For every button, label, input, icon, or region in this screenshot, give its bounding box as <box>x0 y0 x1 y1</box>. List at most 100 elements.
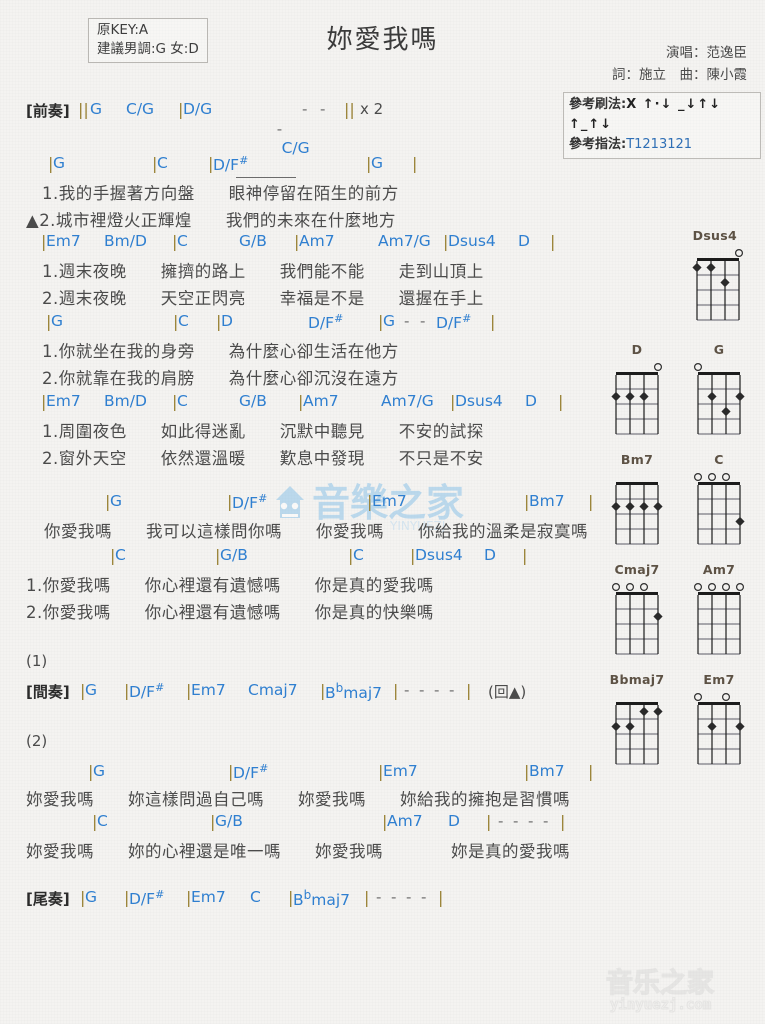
chord-G: G <box>90 100 103 118</box>
chord-diagram: G <box>678 342 760 440</box>
chord-diagram: Cmaj7 <box>596 562 678 660</box>
dash: - <box>420 312 426 330</box>
chord-diagram: Bbmaj7 <box>596 672 678 770</box>
dash: - <box>391 888 397 906</box>
chord-G: G <box>383 312 396 330</box>
chord-D-over-Fsharp: D/F# <box>233 762 269 783</box>
chord-D-over-Fsharp: D/F# <box>308 312 344 333</box>
singer-line: 演唱：范逸臣 <box>666 45 747 61</box>
chord-Em7: Em7 <box>191 681 226 699</box>
chord-diagram-name: Dsus4 <box>692 228 737 243</box>
chord-G: G <box>371 154 384 172</box>
lyric-line: 2.你愛我嗎 你心裡還有遺憾嗎 你是真的快樂嗎 <box>26 603 434 622</box>
dash: - <box>434 681 440 699</box>
chord-Em7: Em7 <box>46 232 81 250</box>
chord-diagram-panel: Dsus4 D G Bm7 C Cmaj7 Am7 Bbmaj7 Em7 <box>596 228 761 782</box>
chord-G-over-B: G/B <box>239 392 267 410</box>
chord-G-over-B: G/B <box>239 232 267 250</box>
section-intro: [前奏] || G C/G | D/G - C/G - - || x 2 <box>0 100 765 178</box>
dash: - <box>404 681 410 699</box>
chord-diagram: Bm7 <box>596 452 678 550</box>
bar-line: | <box>588 762 594 781</box>
chord-Cmaj7: Cmaj7 <box>248 681 298 699</box>
chord-G: G <box>85 681 98 699</box>
chord-C: C <box>97 812 108 830</box>
chord-C: C <box>157 154 168 172</box>
chord-Bm7: Bm7 <box>529 492 565 510</box>
chord-G-over-B: G/B <box>220 546 248 564</box>
chord-Dsus4: Dsus4 <box>455 392 503 410</box>
chord-D: D <box>525 392 537 410</box>
dash: - <box>404 312 410 330</box>
dash: - <box>498 812 504 830</box>
chord-G: G <box>85 888 98 906</box>
bar-line: || <box>78 100 89 119</box>
bar-line: | <box>466 681 472 700</box>
chord-Em7: Em7 <box>383 762 418 780</box>
chord-diagram-name: D <box>631 342 643 357</box>
chord-Em7: Em7 <box>191 888 226 906</box>
chord-diagram-name: Am7 <box>702 562 736 577</box>
lyric-line: 你愛我嗎 我可以這樣問你嗎 你愛我嗎 你給我的溫柔是寂寞嗎 <box>44 522 588 541</box>
outro-label: [尾奏] <box>26 890 70 908</box>
intro-label: [前奏] <box>26 102 70 120</box>
chord-Dsus4: Dsus4 <box>415 546 463 564</box>
chord-Dsus4: Dsus4 <box>448 232 496 250</box>
chord-diagram: D <box>596 342 678 440</box>
interlude-label: [間奏] <box>26 683 70 701</box>
chord-diagram-name: Bm7 <box>620 452 654 467</box>
bar-line: | <box>364 888 370 907</box>
chord-D: D <box>221 312 233 330</box>
picking-pattern: T1213121 <box>626 137 693 152</box>
chord-Am7: Am7 <box>303 392 339 410</box>
marker-1: (1) <box>26 652 48 670</box>
lyric-line: ▲2.城市裡燈火正輝煌 我們的未來在什麼地方 <box>26 211 396 230</box>
chord-D-over-Fsharp: D/F# <box>436 312 472 333</box>
chord-G: G <box>93 762 106 780</box>
chord-diagram-name: Bbmaj7 <box>609 672 665 687</box>
chord-Em7: Em7 <box>372 492 407 510</box>
repeat-note: (回▲) <box>488 683 527 701</box>
chord-diagram: Dsus4 <box>596 228 761 330</box>
chord-Bbmaj7: Bbmaj7 <box>325 681 383 703</box>
chord-D: D <box>518 232 530 250</box>
chord-Am7: Am7 <box>387 812 423 830</box>
chord-D: D <box>484 546 496 564</box>
picking-label: 參考指法: <box>569 137 627 152</box>
dash: - <box>421 888 427 906</box>
lyric-line: 妳愛我嗎 妳的心裡還是唯一嗎 妳愛我嗎 妳是真的愛我嗎 <box>26 842 570 861</box>
chord-G: G <box>110 492 123 510</box>
chord-D-over-Fsharp: D/F# <box>129 681 165 702</box>
chord-Bbmaj7: Bbmaj7 <box>293 888 351 910</box>
chord-diagram-name: G <box>713 342 725 357</box>
dash: - <box>513 812 519 830</box>
chord-Bm-over-D: Bm/D <box>104 232 147 250</box>
dash: - <box>276 120 283 138</box>
section-outro: [尾奏] | G | D/F# | Em7 C | Bbmaj7 | - - -… <box>0 888 765 914</box>
bar-line: | <box>558 392 564 411</box>
chord-Bm-over-D: Bm/D <box>104 392 147 410</box>
chord-diagram-name: Cmaj7 <box>614 562 660 577</box>
dash: - <box>419 681 425 699</box>
chord-G: G <box>53 154 66 172</box>
dash: - <box>449 681 455 699</box>
lyric-line: 1.周圍夜色 如此得迷亂 沉默中聽見 不安的試探 <box>42 422 484 441</box>
lyric-line: 2.你就靠在我的肩膀 為什麼心卻沉沒在遠方 <box>42 369 399 388</box>
dash: - <box>543 812 549 830</box>
chord-C: C <box>178 312 189 330</box>
chord-D-over-Fsharp: D/F# <box>213 154 249 175</box>
marker-2: (2) <box>26 732 48 750</box>
chord-diagram: Em7 <box>678 672 760 770</box>
chord-diagram: Am7 <box>678 562 760 660</box>
lyric-line: 1.週末夜晚 擁擠的路上 我們能不能 走到山頂上 <box>42 262 484 281</box>
chord-C: C <box>250 888 261 906</box>
dash: - <box>528 812 534 830</box>
chord-diagram: C <box>678 452 760 550</box>
dash: - <box>406 888 412 906</box>
chord-D-over-Fsharp: D/F# <box>129 888 165 909</box>
chord-Bm7: Bm7 <box>529 762 565 780</box>
chord-D-over-G: D/G <box>183 100 213 118</box>
lyric-line: 1.你就坐在我的身旁 為什麼心卻生活在他方 <box>42 342 399 361</box>
credits: 演唱：范逸臣 詞：施立 曲：陳小霞 <box>612 42 747 86</box>
chord-Am7-over-G: Am7/G <box>381 392 434 410</box>
